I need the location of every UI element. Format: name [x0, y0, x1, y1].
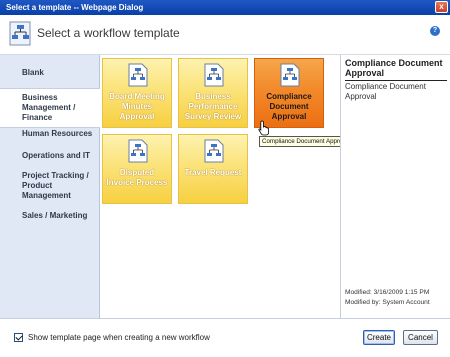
sidebar-item-project-tracking[interactable]: Project Tracking / Product Management — [0, 171, 100, 201]
cancel-button[interactable]: Cancel — [403, 330, 438, 345]
workflow-template-icon — [9, 21, 31, 46]
sidebar-item-sales-marketing[interactable]: Sales / Marketing — [0, 211, 100, 221]
close-icon[interactable]: x — [435, 1, 448, 13]
window-titlebar: Select a template -- Webpage Dialog x — [0, 0, 450, 15]
details-title: Compliance Document Approval — [345, 58, 447, 81]
template-tile-board-meeting[interactable]: Board Meeting Minutes Approval — [102, 58, 172, 128]
sidebar-item-human-resources[interactable]: Human Resources — [0, 129, 100, 139]
category-sidebar: Blank Business Management / Finance Huma… — [0, 55, 101, 318]
workflow-document-icon — [204, 139, 224, 163]
template-tile-label: Compliance Document Approval — [266, 92, 312, 121]
details-description: Compliance Document Approval — [345, 82, 426, 101]
page-title: Select a workflow template — [37, 26, 180, 40]
template-tile-disputed-invoice[interactable]: Disputed Invoice Process — [102, 134, 172, 204]
details-modified: Modified: 3/16/2009 1:15 PM — [345, 289, 430, 296]
hand-cursor-icon — [258, 120, 269, 136]
sidebar-item-blank[interactable]: Blank — [0, 68, 100, 78]
template-tooltip: Compliance Document Approval — [259, 136, 353, 147]
dialog-header: Select a workflow template ? — [0, 15, 450, 55]
template-details-panel: Compliance Document Approval Compliance … — [340, 55, 450, 318]
workflow-document-icon — [128, 63, 148, 87]
sidebar-item-operations-it[interactable]: Operations and IT — [0, 151, 100, 161]
template-tile-travel-request[interactable]: Travel Request — [178, 134, 248, 204]
template-tile-label: Business Performance Survey Review — [184, 92, 242, 121]
window-title: Select a template -- Webpage Dialog — [6, 3, 144, 12]
workflow-document-icon — [204, 63, 224, 87]
details-modified-by: Modified by: System Account — [345, 299, 430, 306]
template-gallery: Board Meeting Minutes Approval Business … — [100, 55, 340, 318]
dialog-footer: Show template page when creating a new w… — [0, 318, 450, 357]
sidebar-item-business-management-finance[interactable]: Business Management / Finance — [0, 88, 101, 128]
workflow-document-icon — [280, 63, 300, 87]
template-tile-compliance-document[interactable]: Compliance Document Approval — [254, 58, 324, 128]
template-tile-label: Disputed Invoice Process — [106, 168, 168, 187]
create-button[interactable]: Create — [363, 330, 395, 345]
template-tile-label: Travel Request — [184, 168, 242, 177]
show-template-page-checkbox[interactable] — [14, 333, 23, 342]
details-meta: Modified: 3/16/2009 1:15 PM Modified by:… — [345, 288, 449, 308]
help-icon[interactable]: ? — [430, 26, 440, 36]
template-tile-label: Board Meeting Minutes Approval — [109, 92, 165, 121]
template-tile-business-performance[interactable]: Business Performance Survey Review — [178, 58, 248, 128]
workflow-document-icon — [128, 139, 148, 163]
show-template-page-label: Show template page when creating a new w… — [28, 333, 210, 342]
